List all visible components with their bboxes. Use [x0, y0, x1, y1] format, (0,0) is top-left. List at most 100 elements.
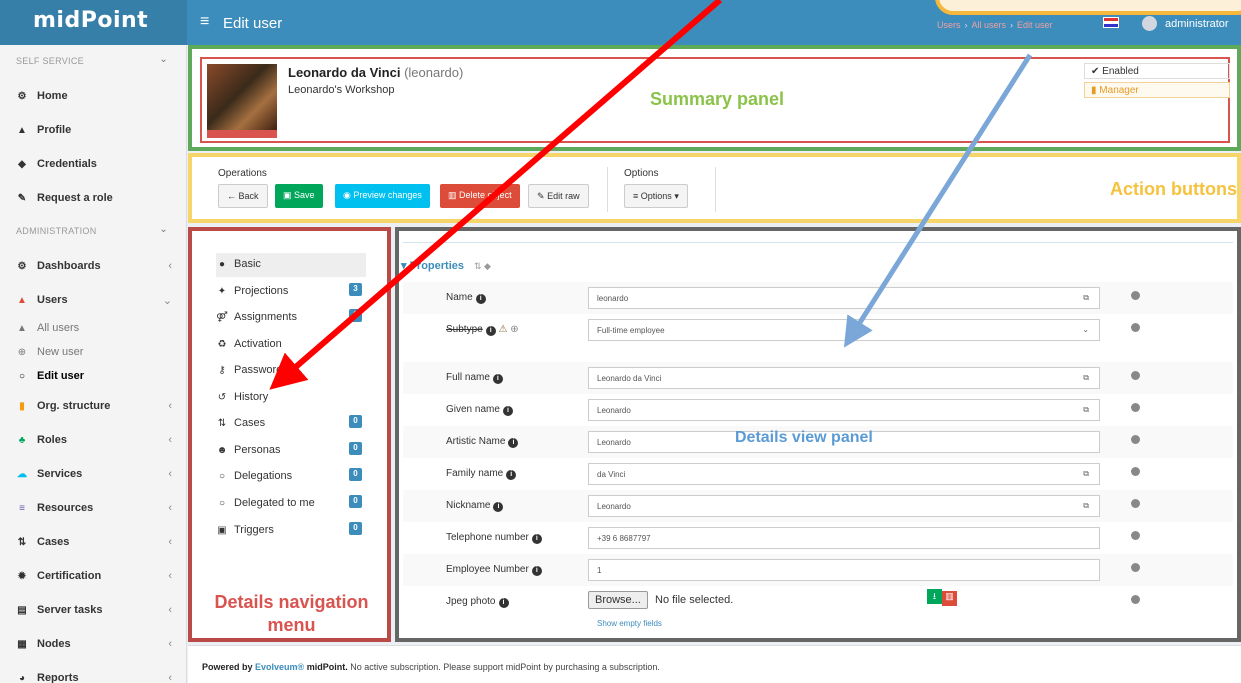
translate-icon[interactable]: ⧉: [1083, 405, 1089, 415]
tab-cases[interactable]: ⇅ Cases 0: [216, 412, 366, 436]
summary-panel: Leonardo da Vinci (leonardo) Leonardo's …: [188, 45, 1241, 151]
tab-label: Projections: [234, 285, 289, 297]
vendor-link[interactable]: Evolveum®: [255, 662, 304, 672]
sidebar-item-server-tasks[interactable]: ▤ Server tasks ‹: [0, 593, 186, 627]
sidebar-item-resources[interactable]: ≡ Resources ‹: [0, 491, 186, 525]
app-logo[interactable]: midPoint: [0, 0, 187, 45]
warning-icon: ⚠: [498, 324, 508, 335]
remove-value-icon[interactable]: [1131, 467, 1140, 476]
remove-value-icon[interactable]: [1131, 371, 1140, 380]
employee-number-field[interactable]: 1: [588, 559, 1100, 581]
sidebar-item-cases[interactable]: ⇅ Cases ‹: [0, 525, 186, 559]
remove-value-icon[interactable]: [1131, 499, 1140, 508]
chevron-left-icon: ‹: [168, 260, 172, 272]
delete-object-button[interactable]: ▥ Delete object: [440, 184, 520, 208]
sidebar-item-profile[interactable]: ▲ Profile: [0, 113, 186, 147]
sidebar-item-services[interactable]: ☁ Services ‹: [0, 457, 186, 491]
info-icon[interactable]: i: [508, 438, 519, 448]
sidebar-item-label: Users: [37, 294, 68, 306]
save-button[interactable]: ▣ Save: [275, 184, 323, 208]
translate-icon[interactable]: ⧉: [1083, 373, 1089, 383]
remove-value-icon[interactable]: [1131, 563, 1140, 572]
sidebar-subitem-all-users[interactable]: ▲ All users: [0, 317, 186, 341]
translate-icon[interactable]: ⧉: [1083, 293, 1089, 303]
given-name-field[interactable]: Leonardo ⧉: [588, 399, 1100, 421]
remove-value-icon[interactable]: [1131, 531, 1140, 540]
sidebar-item-roles[interactable]: ♣ Roles ‹: [0, 423, 186, 457]
tab-personas[interactable]: ☻ Personas 0: [216, 439, 366, 463]
remove-value-icon[interactable]: [1131, 403, 1140, 412]
avatar[interactable]: [1142, 16, 1157, 31]
sidebar-section-self-service[interactable]: SELF SERVICE ⌄: [0, 45, 186, 79]
sidebar-item-request-role[interactable]: ✎ Request a role: [0, 181, 186, 215]
remove-value-icon[interactable]: [1131, 291, 1140, 300]
tab-projections[interactable]: ✦ Projections 3: [216, 280, 366, 304]
tab-activation[interactable]: ♻ Activation: [216, 333, 366, 357]
translate-icon[interactable]: ⧉: [1083, 469, 1089, 479]
user-icon: ▲: [17, 125, 27, 136]
sidebar-item-dashboards[interactable]: ⚙ Dashboards ‹: [0, 249, 186, 283]
browse-file-button[interactable]: Browse...: [588, 591, 648, 609]
tab-password[interactable]: ⚷ Password: [216, 359, 366, 383]
sidebar-subitem-new-user[interactable]: ⊕ New user: [0, 341, 186, 365]
back-button[interactable]: ← Back: [218, 184, 268, 208]
user-menu-name[interactable]: administrator: [1165, 18, 1229, 30]
show-empty-fields-link[interactable]: Show empty fields: [597, 619, 662, 628]
options-dropdown-button[interactable]: ≡ Options ▾: [624, 184, 688, 208]
key-icon: ⚷: [218, 365, 226, 376]
breadcrumb-item-users[interactable]: Users: [937, 20, 961, 30]
divider: [607, 167, 608, 212]
tab-history[interactable]: ↺ History: [216, 386, 366, 410]
translate-icon[interactable]: ⧉: [1083, 501, 1089, 511]
sidebar-item-credentials[interactable]: ◆ Credentials: [0, 147, 186, 181]
sort-icon[interactable]: ⇅ ◆: [474, 261, 491, 271]
circle-o-icon: ○: [18, 371, 26, 382]
name-field[interactable]: leonardo ⧉: [588, 287, 1100, 309]
sidebar-subitem-edit-user[interactable]: ○ Edit user: [0, 365, 186, 389]
info-icon[interactable]: i: [498, 598, 509, 608]
upload-icon[interactable]: ⭳: [927, 589, 942, 604]
annotation-line: Details navigation: [214, 592, 369, 612]
chevron-left-icon: ‹: [168, 502, 172, 514]
sidebar-item-reports[interactable]: ◕ Reports ‹: [0, 661, 186, 683]
button-label: Edit raw: [547, 191, 580, 201]
sidebar-item-nodes[interactable]: ▦ Nodes ‹: [0, 627, 186, 661]
breadcrumb-item-all-users[interactable]: All users: [972, 20, 1007, 30]
language-flag-icon[interactable]: [1103, 17, 1119, 28]
callout-bubble: [935, 0, 1241, 15]
telephone-field[interactable]: +39 6 8687797: [588, 527, 1100, 549]
preview-changes-button[interactable]: ◉ Preview changes: [335, 184, 430, 208]
full-name-field[interactable]: Leonardo da Vinci ⧉: [588, 367, 1100, 389]
remove-value-icon[interactable]: [1131, 323, 1140, 332]
sidebar-section-administration[interactable]: ADMINISTRATION ⌄: [0, 215, 186, 249]
properties-section-header[interactable]: ▾ Properties ⇅ ◆: [401, 259, 491, 272]
info-icon[interactable]: i: [531, 534, 542, 544]
tab-triggers[interactable]: ▣ Triggers 0: [216, 519, 366, 543]
info-icon[interactable]: i: [506, 470, 517, 480]
button-label: Preview changes: [353, 190, 422, 200]
tab-delegated-to-me[interactable]: ○ Delegated to me 0: [216, 492, 366, 516]
info-icon[interactable]: i: [493, 502, 504, 512]
tab-delegations[interactable]: ○ Delegations 0: [216, 465, 366, 489]
sidebar-item-home[interactable]: ⚙ Home: [0, 79, 186, 113]
sidebar-item-users[interactable]: ▲ Users ⌄: [0, 283, 186, 317]
tab-basic[interactable]: ● Basic: [216, 253, 366, 277]
remove-value-icon[interactable]: [1131, 595, 1140, 604]
tab-assignments[interactable]: ⚤ Assignments 6: [216, 306, 366, 330]
info-icon[interactable]: i: [502, 406, 513, 416]
trash-icon[interactable]: ▥: [942, 591, 957, 606]
info-icon[interactable]: i: [475, 294, 486, 304]
info-icon[interactable]: i: [531, 566, 542, 576]
nickname-field[interactable]: Leonardo ⧉: [588, 495, 1100, 517]
field-row-family-name: Family name i da Vinci ⧉: [403, 458, 1233, 490]
remove-value-icon[interactable]: [1131, 435, 1140, 444]
sidebar-item-certification[interactable]: ✹ Certification ‹: [0, 559, 186, 593]
bars-icon[interactable]: ≡: [200, 13, 209, 31]
info-icon[interactable]: i: [492, 374, 503, 384]
sidebar-item-org-structure[interactable]: ▮ Org. structure ‹: [0, 389, 186, 423]
add-value-icon[interactable]: ⊕: [510, 324, 518, 335]
family-name-field[interactable]: da Vinci ⧉: [588, 463, 1100, 485]
info-icon[interactable]: i: [485, 326, 496, 336]
edit-raw-button[interactable]: ✎ Edit raw: [528, 184, 589, 208]
subtype-select[interactable]: Full-time employee ⌄: [588, 319, 1100, 341]
